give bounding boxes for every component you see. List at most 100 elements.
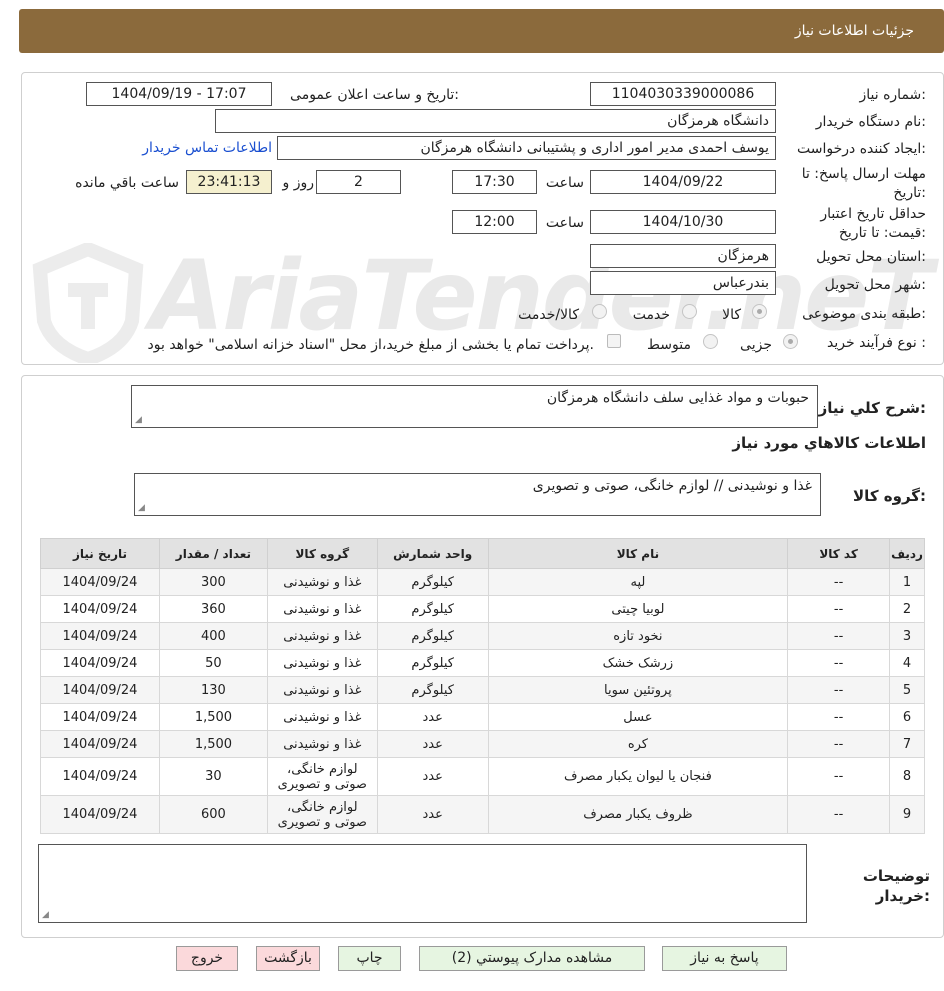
cell-item-code: -- <box>787 649 891 677</box>
cell-row-number: 8 <box>889 757 925 796</box>
validity-time-field: 12:00 <box>452 210 537 234</box>
exit-button[interactable]: خروج <box>176 946 238 971</box>
table-row: 8 -- فنجان یا لیوان یکبار مصرف عدد لوازم… <box>40 757 925 796</box>
cell-row-number: 2 <box>889 595 925 623</box>
buyer-contact-link[interactable]: اطلاعات تماس خریدار <box>142 140 272 156</box>
cell-item-name: ظروف یکبار مصرف <box>487 795 789 834</box>
process-label: نوع فرآیند خرید : <box>827 335 926 351</box>
deadline-time-label: ساعت <box>545 175 584 191</box>
category-service-label: خدمت <box>632 307 670 323</box>
back-button[interactable]: بازگشت <box>256 946 320 971</box>
resize-grip-icon: ◢ <box>42 910 49 920</box>
cell-need-date: 1404/09/24 <box>40 649 160 677</box>
validity-date-field: 1404/10/30 <box>590 210 776 234</box>
announce-field: 1404/09/19 - 17:07 <box>86 82 272 106</box>
cell-quantity: 1,500 <box>158 703 268 731</box>
cell-group: غذا و نوشیدنی <box>266 649 378 677</box>
cell-need-date: 1404/09/24 <box>40 757 160 796</box>
cell-group: غذا و نوشیدنی <box>266 622 378 650</box>
watermark-text: AriaTender.neT <box>150 240 933 352</box>
cell-need-date: 1404/09/24 <box>40 568 160 596</box>
cell-row-number: 5 <box>889 676 925 704</box>
cell-group: غذا و نوشیدنی <box>266 703 378 731</box>
print-button[interactable]: چاپ <box>338 946 401 971</box>
cell-item-code: -- <box>787 595 891 623</box>
days-label: روز و <box>282 175 315 191</box>
category-label: طبقه بندی موضوعی: <box>802 306 926 322</box>
requester-label: ایجاد کننده درخواست: <box>797 141 926 157</box>
cell-row-number: 6 <box>889 703 925 731</box>
cell-need-date: 1404/09/24 <box>40 595 160 623</box>
goods-group-textarea[interactable]: غذا و نوشیدنی // لوازم خانگی، صوتی و تصو… <box>134 473 821 516</box>
cell-unit: عدد <box>376 703 489 731</box>
table-row: 1 -- لپه کیلوگرم غذا و نوشیدنی 300 1404/… <box>40 568 925 596</box>
table-row: 2 -- لوبیا چیتی کیلوگرم غذا و نوشیدنی 36… <box>40 595 925 623</box>
process-minor-label: جزیی <box>740 337 772 353</box>
treasury-payment-checkbox[interactable] <box>607 334 621 348</box>
remaining-time-field: 23:41:13 <box>186 170 272 194</box>
cell-quantity: 30 <box>158 757 268 796</box>
cell-quantity: 130 <box>158 676 268 704</box>
header-item-name: نام کالا <box>487 538 789 569</box>
resize-grip-icon: ◢ <box>135 415 142 425</box>
cell-quantity: 50 <box>158 649 268 677</box>
days-field: 2 <box>316 170 401 194</box>
cell-item-code: -- <box>787 568 891 596</box>
category-goods-radio[interactable] <box>752 304 767 319</box>
buyer-notes-textarea[interactable]: ◢ <box>38 844 807 923</box>
cell-row-number: 9 <box>889 795 925 834</box>
goods-info-title: اطلاعات کالاهاي مورد نیاز <box>732 434 926 452</box>
description-text: حبوبات و مواد غذایی سلف دانشگاه هرمزگان <box>546 390 809 406</box>
cell-group: لوازم خانگی، صوتی و تصویری <box>266 795 378 834</box>
deadline-time-field: 17:30 <box>452 170 537 194</box>
cell-need-date: 1404/09/24 <box>40 676 160 704</box>
process-minor-radio[interactable] <box>783 334 798 349</box>
cell-item-name: کره <box>487 730 789 758</box>
cell-item-code: -- <box>787 730 891 758</box>
cell-item-code: -- <box>787 703 891 731</box>
announce-label: تاریخ و ساعت اعلان عمومی: <box>290 87 459 103</box>
header-group: گروه کالا <box>266 538 378 569</box>
buyer-org-label: نام دستگاه خریدار: <box>815 114 926 130</box>
requester-field: یوسف احمدی مدیر امور اداری و پشتیبانی دا… <box>277 136 776 160</box>
cell-item-name: نخود تازه <box>487 622 789 650</box>
cell-unit: عدد <box>376 730 489 758</box>
header-item-code: کد کالا <box>787 538 891 569</box>
treasury-payment-note: پرداخت تمام یا بخشی از مبلغ خرید،از محل … <box>147 337 594 353</box>
cell-item-name: فنجان یا لیوان یکبار مصرف <box>487 757 789 796</box>
cell-need-date: 1404/09/24 <box>40 730 160 758</box>
category-both-label: کالا/خدمت <box>518 307 579 323</box>
cell-unit: کیلوگرم <box>376 622 489 650</box>
deadline-label: مهلت ارسال پاسخ: تا تاریخ: <box>801 166 926 201</box>
category-goods-label: کالا <box>722 307 741 323</box>
process-medium-radio[interactable] <box>703 334 718 349</box>
cell-quantity: 300 <box>158 568 268 596</box>
cell-need-date: 1404/09/24 <box>40 622 160 650</box>
cell-item-name: زرشک خشک <box>487 649 789 677</box>
category-both-radio[interactable] <box>592 304 607 319</box>
deadline-date-field: 1404/09/22 <box>590 170 776 194</box>
cell-item-name: عسل <box>487 703 789 731</box>
cell-unit: کیلوگرم <box>376 568 489 596</box>
reply-button[interactable]: پاسخ به نیاز <box>662 946 787 971</box>
cell-item-name: پروتئین سویا <box>487 676 789 704</box>
province-label: استان محل تحویل: <box>816 249 926 265</box>
resize-grip-icon: ◢ <box>138 503 145 513</box>
cell-quantity: 600 <box>158 795 268 834</box>
buyer-org-field: دانشگاه هرمزگان <box>215 109 776 133</box>
header-quantity: تعداد / مقدار <box>158 538 268 569</box>
description-textarea[interactable]: حبوبات و مواد غذایی سلف دانشگاه هرمزگان … <box>131 385 818 428</box>
validity-time-label: ساعت <box>545 215 584 231</box>
cell-group: غذا و نوشیدنی <box>266 568 378 596</box>
table-row: 3 -- نخود تازه کیلوگرم غذا و نوشیدنی 400… <box>40 622 925 650</box>
city-label: شهر محل تحویل: <box>824 277 926 293</box>
category-service-radio[interactable] <box>682 304 697 319</box>
header-need-date: تاریخ نیاز <box>40 538 160 569</box>
view-attachments-button[interactable]: مشاهده مدارک پیوستي (2) <box>419 946 645 971</box>
header-row-number: ردیف <box>889 538 925 569</box>
cell-item-code: -- <box>787 757 891 796</box>
cell-item-code: -- <box>787 676 891 704</box>
cell-group: لوازم خانگی، صوتی و تصویری <box>266 757 378 796</box>
table-row: 6 -- عسل عدد غذا و نوشیدنی 1,500 1404/09… <box>40 703 925 731</box>
cell-need-date: 1404/09/24 <box>40 703 160 731</box>
